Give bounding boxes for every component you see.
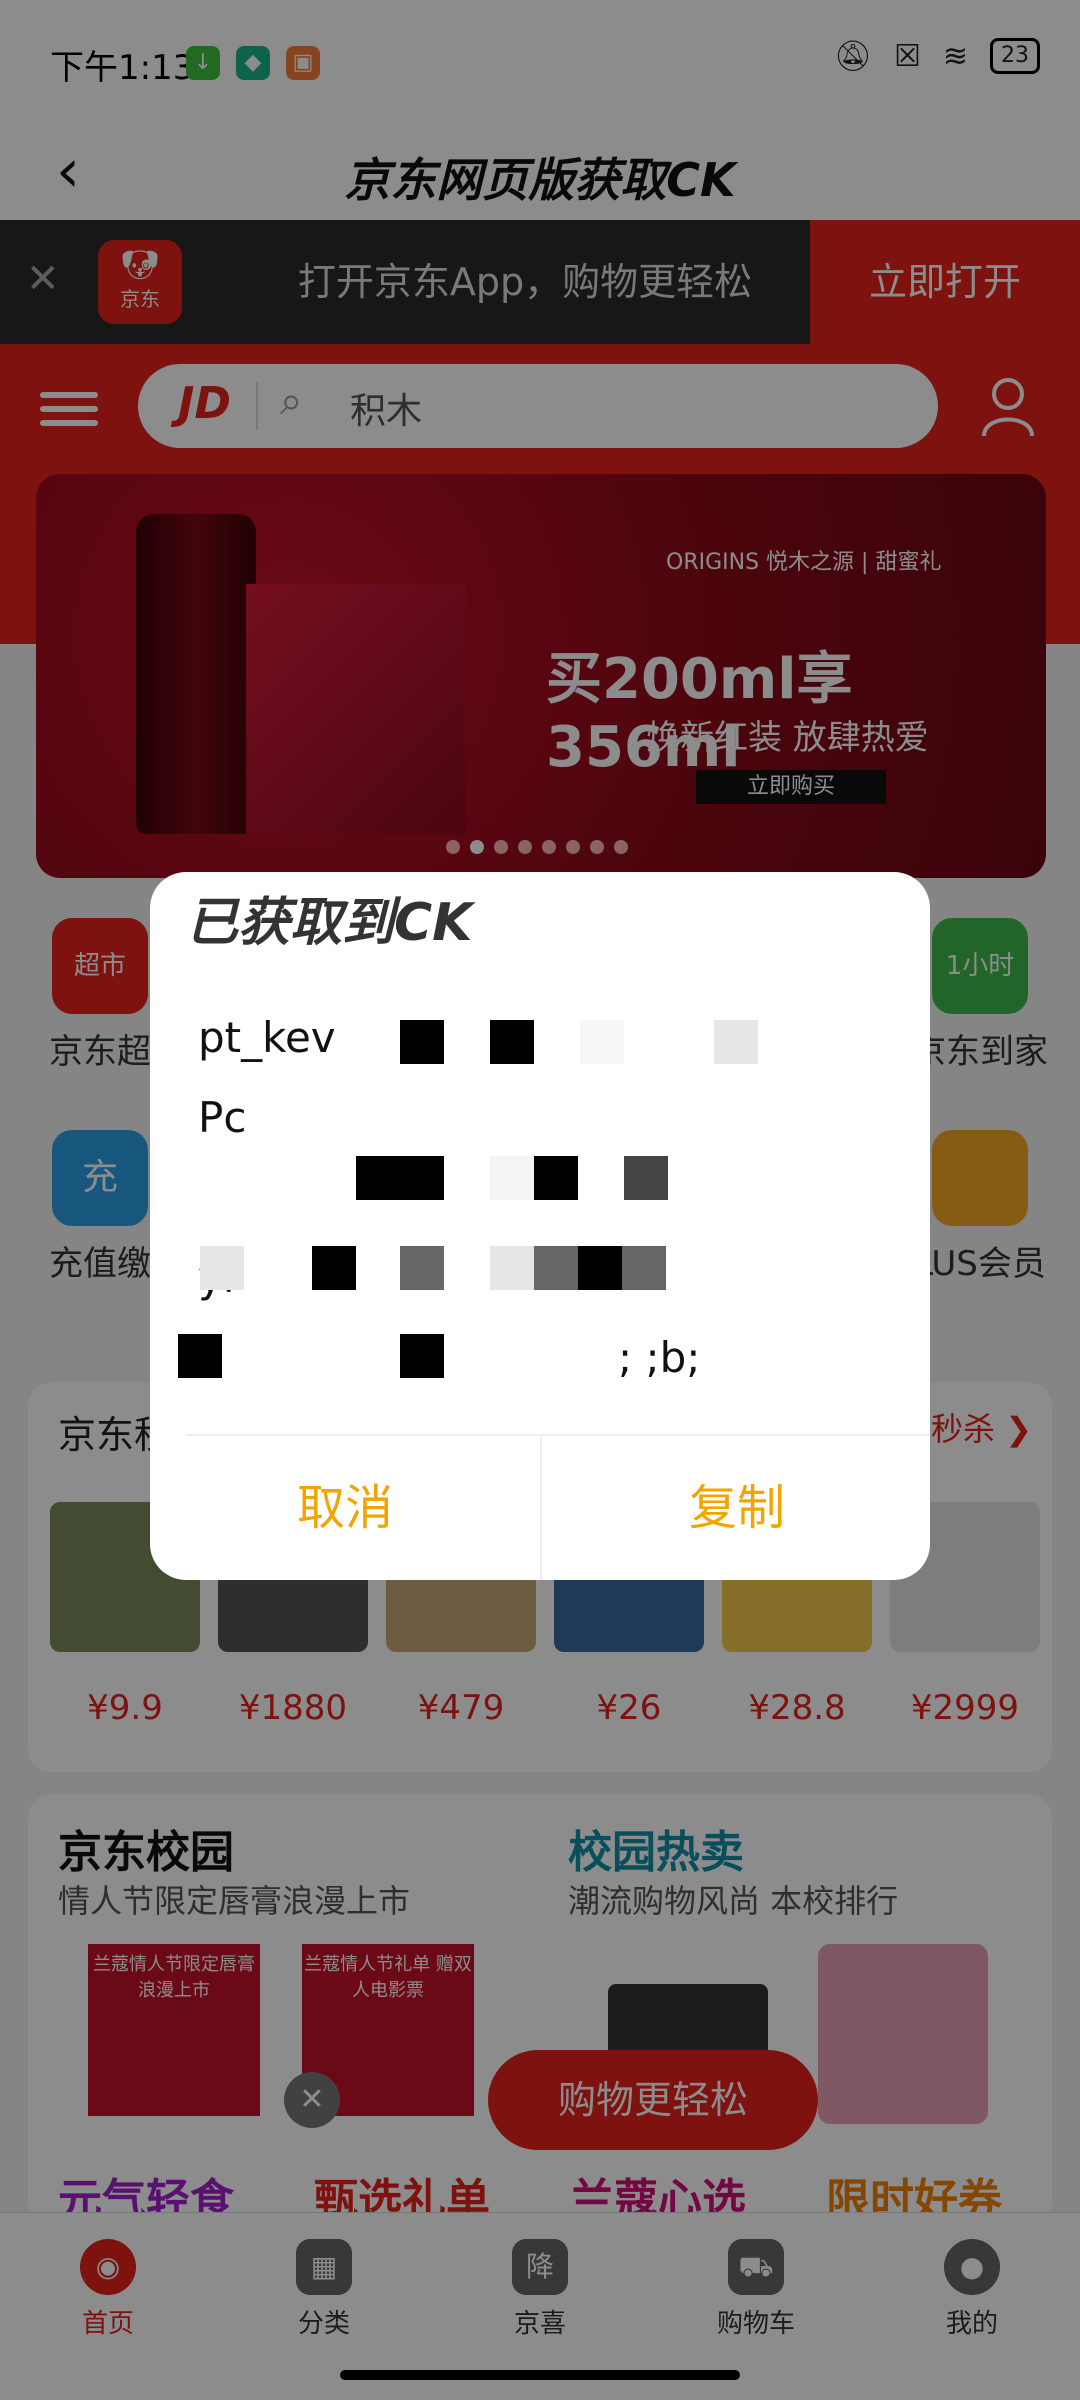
redaction-block xyxy=(580,1020,624,1064)
dialog-title: 已获取到CK xyxy=(186,893,473,953)
redaction-block xyxy=(200,1246,244,1290)
redaction-block xyxy=(312,1246,356,1290)
redaction-block xyxy=(400,1020,444,1064)
cancel-button[interactable]: 取消 xyxy=(150,1436,540,1580)
redaction-block xyxy=(622,1246,666,1290)
ck-dialog: 已获取到CK pt_kev Pc yl ; ;b; 取消 复制 xyxy=(150,872,930,1580)
redaction-block xyxy=(534,1246,578,1290)
redaction-block xyxy=(578,1246,622,1290)
redaction-block xyxy=(490,1020,534,1064)
redaction-block xyxy=(624,1156,668,1200)
redaction-block xyxy=(400,1246,444,1290)
redaction-block xyxy=(490,1156,534,1200)
ck-line: pt_kev xyxy=(198,1013,336,1062)
redaction-block xyxy=(490,1246,534,1290)
copy-button[interactable]: 复制 xyxy=(542,1436,930,1580)
redaction-block xyxy=(178,1334,222,1378)
redaction-block xyxy=(714,1020,758,1064)
redaction-block xyxy=(400,1334,444,1378)
ck-line: ; ;b; xyxy=(618,1333,701,1382)
redaction-block xyxy=(534,1156,578,1200)
redaction-block xyxy=(356,1156,444,1200)
home-indicator[interactable] xyxy=(340,2370,740,2380)
ck-line: Pc xyxy=(198,1093,247,1142)
